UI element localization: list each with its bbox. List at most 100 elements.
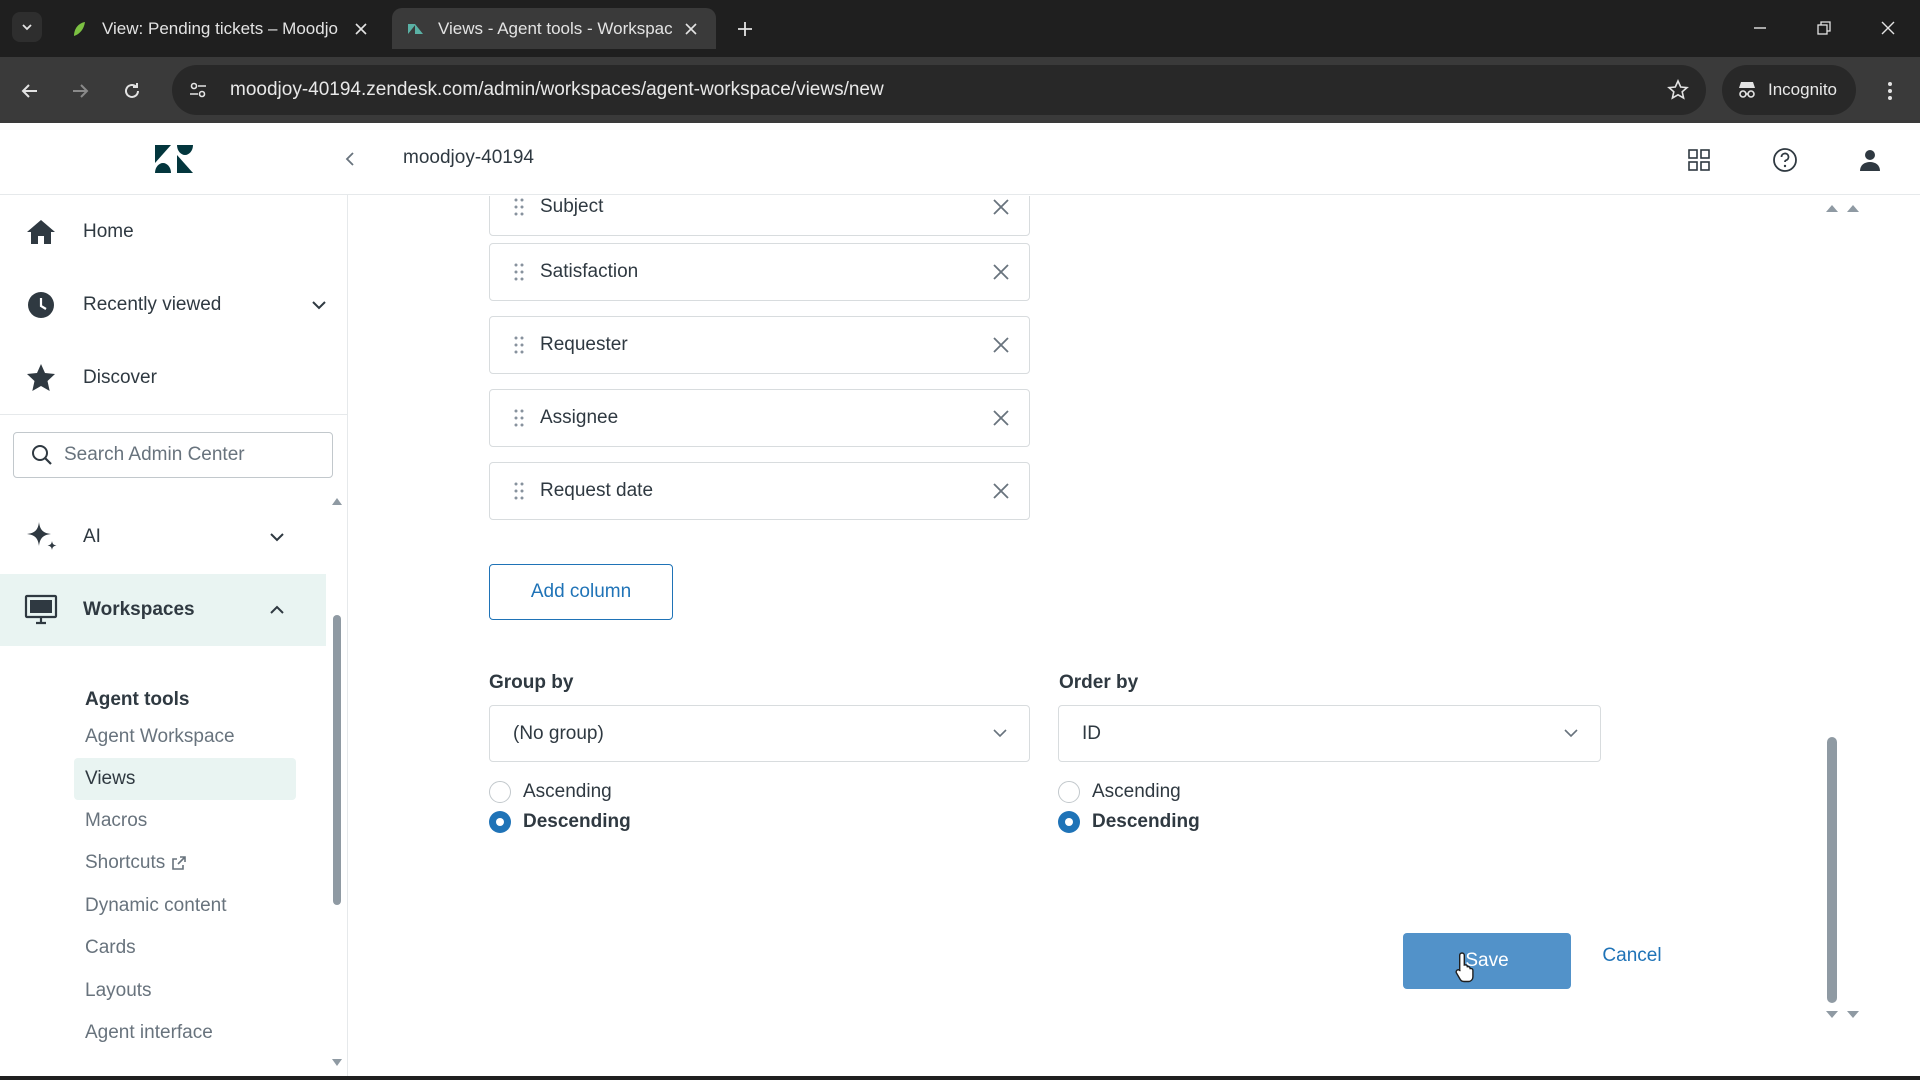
order-by-select[interactable]: ID — [1058, 705, 1601, 762]
sidebar-scroll-down-arrow[interactable] — [330, 1056, 344, 1068]
sidebar-scroll-up-arrow[interactable] — [330, 495, 344, 507]
tab-search-button[interactable] — [12, 12, 42, 42]
minimize-window-button[interactable] — [1738, 10, 1782, 46]
minimize-icon — [1754, 27, 1766, 29]
column-row-satisfaction[interactable]: Satisfaction — [489, 243, 1030, 301]
remove-column-icon[interactable] — [987, 477, 1015, 505]
order-by-value: ID — [1082, 722, 1101, 744]
order-by-ascending-radio[interactable]: Ascending — [1058, 781, 1181, 803]
close-tab-icon[interactable] — [680, 18, 702, 40]
sub-item-layouts[interactable]: Layouts — [74, 970, 296, 1012]
add-column-button[interactable]: Add column — [489, 564, 673, 620]
close-tab-icon[interactable] — [350, 18, 372, 40]
chevron-down-icon — [989, 723, 1011, 745]
radio-label: Ascending — [523, 781, 612, 802]
sidebar-section-ai[interactable]: AI — [0, 501, 326, 573]
chevron-down-icon — [1560, 723, 1582, 745]
radio-button[interactable] — [489, 781, 511, 803]
incognito-indicator[interactable]: Incognito — [1722, 65, 1856, 115]
content-scroll-up-arrow[interactable] — [1846, 202, 1860, 214]
restore-icon — [1817, 21, 1831, 35]
bookmark-star-icon[interactable] — [1658, 70, 1698, 110]
sidebar-section-label: AI — [83, 526, 101, 547]
drag-handle-icon[interactable] — [512, 480, 526, 502]
sidebar-item-discover[interactable]: Discover — [0, 347, 347, 409]
save-button[interactable]: Save — [1403, 933, 1571, 989]
browser-tab-pending-tickets[interactable]: View: Pending tickets – Moodjo — [56, 8, 386, 49]
sub-item-agent-interface[interactable]: Agent interface — [74, 1012, 296, 1054]
search-input[interactable] — [64, 444, 324, 466]
order-by-descending-radio[interactable]: Descending — [1058, 811, 1200, 833]
sub-item-shortcuts[interactable]: Shortcuts — [74, 842, 296, 884]
zendesk-logo-icon[interactable] — [153, 141, 195, 177]
content-scroll-down-arrow[interactable] — [1825, 1008, 1839, 1020]
column-row-requester[interactable]: Requester — [489, 316, 1030, 374]
content-scroll-down-arrow[interactable] — [1846, 1008, 1860, 1020]
mouse-pointer-icon — [1455, 952, 1474, 983]
screen-bottom-edge — [0, 1076, 1920, 1080]
column-row-request-date[interactable]: Request date — [489, 462, 1030, 520]
radio-button[interactable] — [1058, 781, 1080, 803]
sub-item-label: Dynamic content — [85, 895, 227, 916]
collapse-sidebar-button[interactable] — [338, 145, 362, 173]
arrow-left-icon — [21, 84, 37, 98]
column-row-subject[interactable]: Subject — [489, 196, 1030, 236]
group-by-value: (No group) — [513, 722, 604, 744]
drag-handle-icon[interactable] — [512, 334, 526, 356]
sidebar-item-label: Home — [83, 221, 134, 242]
radio-button-checked[interactable] — [1058, 811, 1080, 833]
sub-item-label: Agent interface — [85, 1022, 213, 1043]
content-scrollbar-thumb[interactable] — [1827, 737, 1837, 1003]
sidebar-scrollbar-thumb[interactable] — [333, 615, 341, 905]
zendesk-favicon-icon — [408, 23, 423, 34]
sub-item-agent-workspace[interactable]: Agent Workspace — [74, 716, 296, 758]
content-scroll-up-arrow[interactable] — [1825, 202, 1839, 214]
sidebar-divider — [0, 414, 347, 415]
app-header: moodjoy-40194 — [0, 123, 1920, 195]
back-button[interactable] — [12, 73, 48, 109]
chevron-left-icon — [345, 152, 354, 166]
sidebar-section-workspaces[interactable]: Workspaces — [0, 574, 326, 646]
tab-title: Views - Agent tools - Workspac — [438, 18, 672, 38]
sub-item-views[interactable]: Views — [74, 758, 296, 800]
column-name: Satisfaction — [540, 261, 639, 282]
products-grid-button[interactable] — [1682, 143, 1716, 177]
column-row-assignee[interactable]: Assignee — [489, 389, 1030, 447]
external-link-icon — [171, 855, 187, 871]
reload-button[interactable] — [114, 73, 150, 109]
sidebar-item-recently-viewed[interactable]: Recently viewed — [0, 274, 347, 336]
remove-column-icon[interactable] — [987, 258, 1015, 286]
grid-icon — [1688, 149, 1710, 171]
remove-column-icon[interactable] — [987, 404, 1015, 432]
sidebar-item-home[interactable]: Home — [0, 201, 347, 263]
radio-button-checked[interactable] — [489, 811, 511, 833]
sub-item-macros[interactable]: Macros — [74, 800, 296, 842]
sub-item-label: Macros — [85, 810, 148, 831]
sub-item-label: Cards — [85, 937, 136, 958]
drag-handle-icon[interactable] — [512, 261, 526, 283]
admin-search-field[interactable] — [13, 432, 333, 478]
group-by-select[interactable]: (No group) — [489, 705, 1030, 762]
sub-item-cards[interactable]: Cards — [74, 927, 296, 969]
group-by-descending-radio[interactable]: Descending — [489, 811, 631, 833]
remove-column-icon[interactable] — [987, 196, 1015, 221]
help-button[interactable] — [1768, 143, 1802, 177]
new-tab-button[interactable] — [730, 14, 760, 44]
tab-title: View: Pending tickets – Moodjo — [102, 18, 338, 38]
browser-menu-button[interactable] — [1872, 73, 1908, 109]
url-text[interactable]: moodjoy-40194.zendesk.com/admin/workspac… — [230, 79, 1658, 101]
address-bar[interactable]: moodjoy-40194.zendesk.com/admin/workspac… — [172, 65, 1706, 115]
user-profile-button[interactable] — [1853, 143, 1887, 177]
forward-button[interactable] — [62, 73, 98, 109]
sub-item-dynamic-content[interactable]: Dynamic content — [74, 885, 296, 927]
restore-window-button[interactable] — [1802, 10, 1846, 46]
close-window-button[interactable] — [1866, 10, 1910, 46]
sidebar-item-label: Recently viewed — [83, 294, 222, 315]
cancel-button[interactable]: Cancel — [1568, 932, 1696, 980]
drag-handle-icon[interactable] — [512, 196, 526, 218]
drag-handle-icon[interactable] — [512, 407, 526, 429]
remove-column-icon[interactable] — [987, 331, 1015, 359]
browser-tab-views[interactable]: Views - Agent tools - Workspac — [392, 8, 716, 49]
group-by-ascending-radio[interactable]: Ascending — [489, 781, 612, 803]
site-info-icon[interactable] — [180, 72, 216, 108]
